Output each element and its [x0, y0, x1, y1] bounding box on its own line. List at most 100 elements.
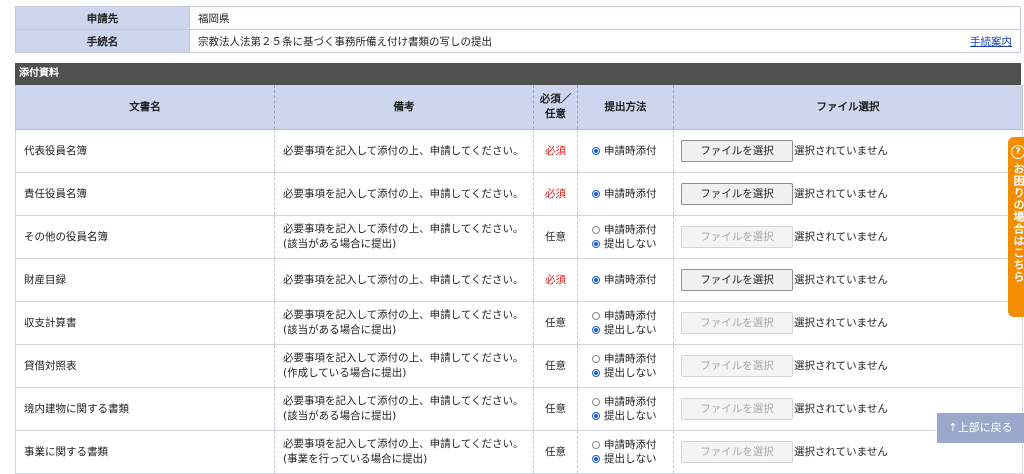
- header-required: 必須／ 任意: [533, 85, 578, 130]
- remark-line1: 必要事項を記入して添付の上、申請してください。: [283, 273, 524, 286]
- submission-method: 申請時添付 提出しない: [577, 387, 674, 431]
- doc-remarks: 必要事項を記入して添付の上、申請してください。: [274, 258, 534, 302]
- radio-checked-icon[interactable]: [592, 412, 600, 420]
- method-option-attach[interactable]: 申請時添付: [592, 309, 665, 323]
- choose-file-button[interactable]: ファイルを選択: [681, 140, 793, 162]
- remark-line2: (該当がある場合に提出): [283, 238, 397, 250]
- required-badge: 任意: [533, 344, 578, 388]
- radio-unchecked-icon[interactable]: [592, 355, 600, 363]
- file-select-cell: ファイルを選択 選択されていません: [673, 129, 1023, 173]
- doc-name: 責任役員名簿: [15, 172, 275, 216]
- required-badge: 必須: [533, 129, 578, 173]
- doc-name: 財産目録: [15, 258, 275, 302]
- submission-method: 申請時添付 提出しない: [577, 344, 674, 388]
- radio-unchecked-icon[interactable]: [592, 312, 600, 320]
- required-badge: 必須: [533, 258, 578, 302]
- radio-unchecked-icon[interactable]: [592, 441, 600, 449]
- choose-file-button: ファイルを選択: [681, 355, 793, 377]
- header-remarks: 備考: [274, 85, 534, 130]
- header-required-line1: 必須／: [539, 93, 572, 105]
- radio-checked-icon[interactable]: [592, 240, 600, 248]
- header-doc-name: 文書名: [15, 85, 275, 130]
- method-option-none-label: 提出しない: [604, 323, 657, 336]
- remark-line1: 必要事項を記入して添付の上、申請してください。: [283, 187, 524, 200]
- choose-file-button: ファイルを選択: [681, 441, 793, 463]
- doc-remarks: 必要事項を記入して添付の上、申請してください。 (該当がある場合に提出): [274, 215, 534, 259]
- radio-checked-icon[interactable]: [592, 147, 600, 155]
- back-to-top-button[interactable]: ↑上部に戻る: [937, 413, 1024, 443]
- attachment-row: 財産目録 必要事項を記入して添付の上、申請してください。 必須 申請時添付 ファイルを選…: [15, 258, 1023, 302]
- file-status-text: 選択されていません: [794, 273, 888, 286]
- radio-checked-icon[interactable]: [592, 326, 600, 334]
- procedure-value: 宗教法人法第２５条に基づく事務所備え付け書類の写しの提出: [198, 35, 492, 48]
- radio-checked-icon[interactable]: [592, 369, 600, 377]
- method-option-attach[interactable]: 申請時添付: [592, 223, 665, 237]
- method-option-attach-label: 申請時添付: [604, 144, 657, 157]
- method-option-attach[interactable]: 申請時添付: [592, 273, 665, 287]
- file-status-text: 選択されていません: [794, 144, 888, 157]
- radio-unchecked-icon[interactable]: [592, 398, 600, 406]
- radio-unchecked-icon[interactable]: [592, 226, 600, 234]
- choose-file-button[interactable]: ファイルを選択: [681, 183, 793, 205]
- attachments-header-row: 文書名 備考 必須／ 任意 提出方法 ファイル選択: [15, 85, 1023, 130]
- method-option-none[interactable]: 提出しない: [592, 452, 665, 466]
- doc-name: 貸借対照表: [15, 344, 275, 388]
- method-option-none[interactable]: 提出しない: [592, 409, 665, 423]
- method-option-attach[interactable]: 申請時添付: [592, 187, 665, 201]
- method-option-none[interactable]: 提出しない: [592, 323, 665, 337]
- doc-remarks: 必要事項を記入して添付の上、申請してください。 (作成している場合に提出): [274, 344, 534, 388]
- doc-remarks: 必要事項を記入して添付の上、申請してください。 (該当がある場合に提出): [274, 301, 534, 345]
- attachment-row: 収支計算書 必要事項を記入して添付の上、申請してください。 (該当がある場合に提出)…: [15, 301, 1023, 345]
- file-select-cell: ファイルを選択 選択されていません: [673, 215, 1023, 259]
- method-option-none[interactable]: 提出しない: [592, 366, 665, 380]
- doc-remarks: 必要事項を記入して添付の上、申請してください。: [274, 172, 534, 216]
- choose-file-button[interactable]: ファイルを選択: [681, 269, 793, 291]
- method-option-none-label: 提出しない: [604, 237, 657, 250]
- method-option-attach[interactable]: 申請時添付: [592, 352, 665, 366]
- doc-name: 事業に関する書類: [15, 430, 275, 474]
- file-status-text: 選択されていません: [794, 230, 888, 243]
- method-option-attach[interactable]: 申請時添付: [592, 144, 665, 158]
- header-file: ファイル選択: [673, 85, 1023, 130]
- remark-line2: (該当がある場合に提出): [283, 410, 397, 422]
- method-option-attach-label: 申請時添付: [604, 352, 657, 365]
- applicant-label: 申請先: [15, 6, 190, 30]
- attachment-row: その他の役員名簿 必要事項を記入して添付の上、申請してください。 (該当がある場合に…: [15, 215, 1023, 259]
- submission-method: 申請時添付 提出しない: [577, 301, 674, 345]
- method-option-attach[interactable]: 申請時添付: [592, 438, 665, 452]
- remark-line1: 必要事項を記入して添付の上、申請してください。: [283, 395, 524, 407]
- method-option-attach-label: 申請時添付: [604, 309, 657, 322]
- file-select-cell: ファイルを選択 選択されていません: [673, 344, 1023, 388]
- header-method: 提出方法: [577, 85, 674, 130]
- attachments-table: 文書名 備考 必須／ 任意 提出方法 ファイル選択 代表役員名簿 必要事項を記入し…: [15, 85, 1023, 474]
- method-option-attach-label: 申請時添付: [604, 223, 657, 236]
- attachment-row: 責任役員名簿 必要事項を記入して添付の上、申請してください。 必須 申請時添付 ファイル…: [15, 172, 1023, 216]
- help-tab[interactable]: ? お困りの場合はこちら: [1008, 137, 1024, 317]
- submission-method: 申請時添付: [577, 129, 674, 173]
- procedure-info-table: 申請先 福岡県 手続名 宗教法人法第２５条に基づく事務所備え付け書類の写しの提出…: [15, 6, 1021, 53]
- file-select-cell: ファイルを選択 選択されていません: [673, 258, 1023, 302]
- doc-remarks: 必要事項を記入して添付の上、申請してください。 (事業を行っている場合に提出): [274, 430, 534, 474]
- required-badge: 任意: [533, 430, 578, 474]
- remark-line1: 必要事項を記入して添付の上、申請してください。: [283, 309, 524, 321]
- attachment-row: 代表役員名簿 必要事項を記入して添付の上、申請してください。 必須 申請時添付 ファイル…: [15, 129, 1023, 173]
- radio-checked-icon[interactable]: [592, 190, 600, 198]
- attachment-row: 事業に関する書類 必要事項を記入して添付の上、申請してください。 (事業を行っている…: [15, 430, 1023, 474]
- attachment-row: 境内建物に関する書類 必要事項を記入して添付の上、申請してください。 (該当がある場…: [15, 387, 1023, 431]
- remark-line1: 必要事項を記入して添付の上、申請してください。: [283, 223, 524, 235]
- file-status-text: 選択されていません: [794, 316, 888, 329]
- file-select-cell: ファイルを選択 選択されていません: [673, 172, 1023, 216]
- method-option-attach-label: 申請時添付: [604, 273, 657, 286]
- attachment-row: 貸借対照表 必要事項を記入して添付の上、申請してください。 (作成している場合に提出…: [15, 344, 1023, 388]
- method-option-attach[interactable]: 申請時添付: [592, 395, 665, 409]
- method-option-none[interactable]: 提出しない: [592, 237, 665, 251]
- radio-checked-icon[interactable]: [592, 276, 600, 284]
- radio-checked-icon[interactable]: [592, 455, 600, 463]
- submission-method: 申請時添付: [577, 258, 674, 302]
- doc-name: 収支計算書: [15, 301, 275, 345]
- remark-line1: 必要事項を記入して添付の上、申請してください。: [283, 144, 524, 157]
- method-option-attach-label: 申請時添付: [604, 395, 657, 408]
- help-tab-label: お困りの場合はこちら: [1012, 163, 1024, 283]
- method-option-none-label: 提出しない: [604, 452, 657, 465]
- procedure-guide-link[interactable]: 手続案内: [970, 34, 1012, 49]
